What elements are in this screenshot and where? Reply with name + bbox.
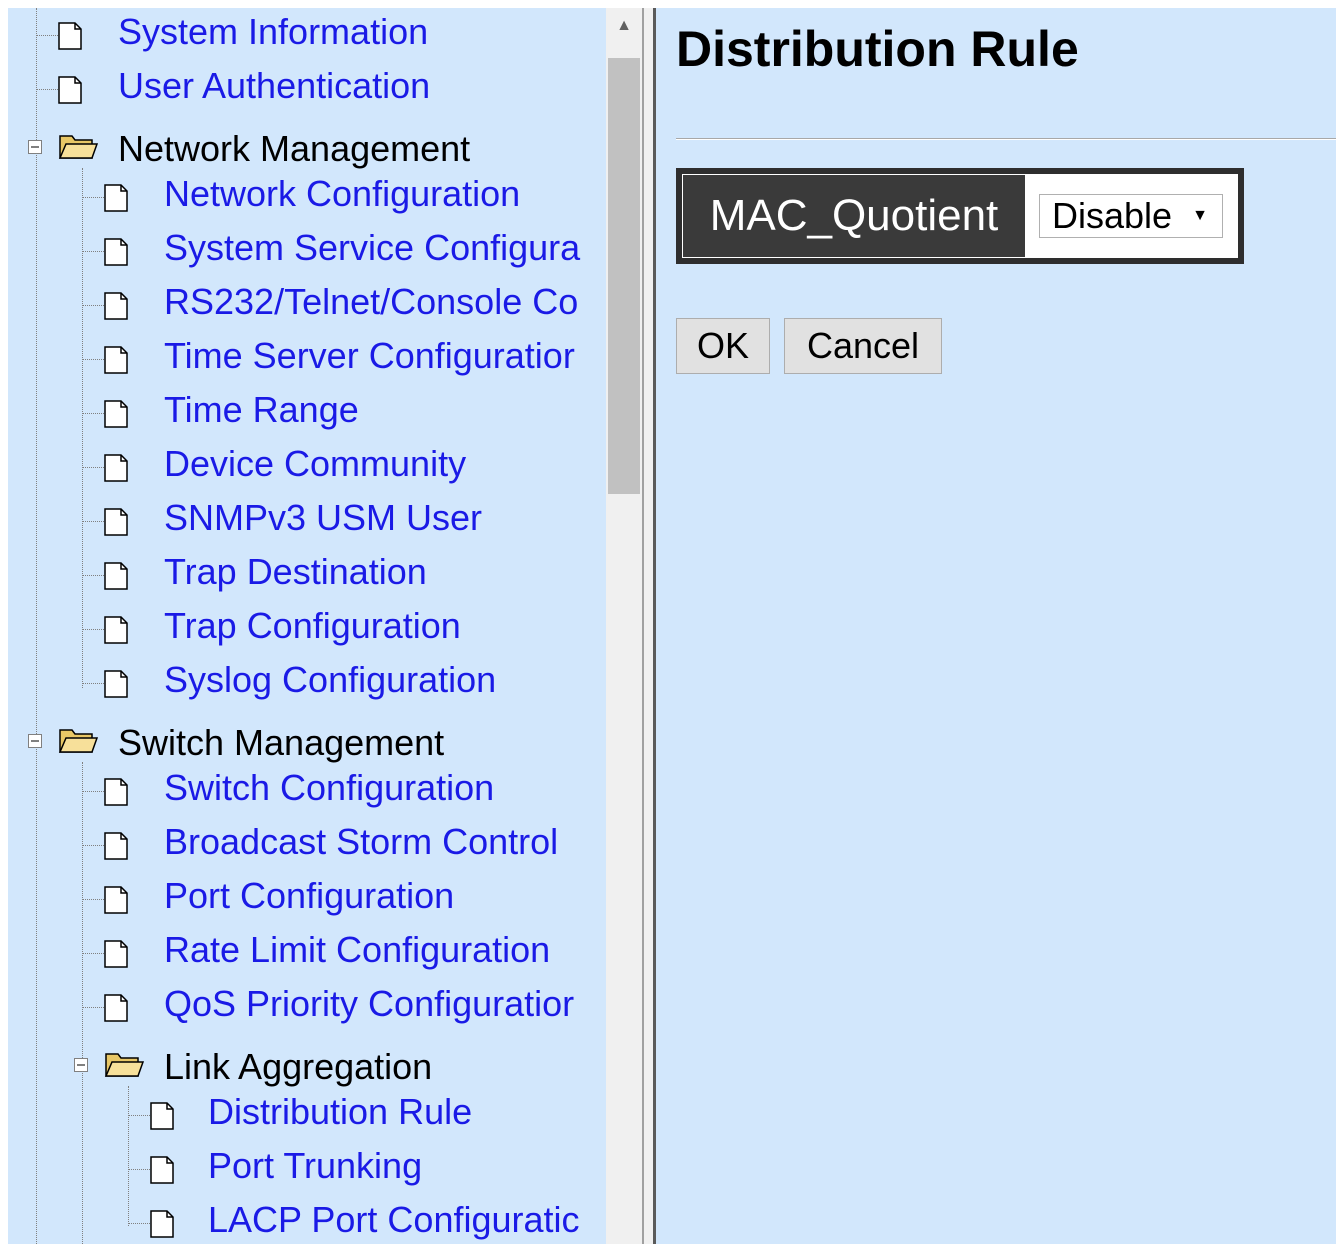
nav-link[interactable]: SNMPv3 USM User <box>164 496 482 540</box>
tree-line <box>82 899 104 900</box>
cancel-button[interactable]: Cancel <box>784 318 942 374</box>
scroll-up-arrow-icon[interactable]: ▲ <box>606 8 642 44</box>
page-icon <box>104 994 128 1022</box>
page-icon <box>150 1156 174 1184</box>
page-icon <box>104 184 128 212</box>
nav-link[interactable]: Time Server Configuratior <box>164 334 575 378</box>
nav-link-user-authentication[interactable]: User Authentication <box>118 64 430 108</box>
tree-line <box>82 845 104 846</box>
dropdown-arrow-icon[interactable]: ▼ <box>1192 207 1208 225</box>
nav-link[interactable]: Syslog Configuration <box>164 658 496 702</box>
tree-line <box>128 1086 129 1226</box>
navigation-tree: System Information User Authentication N… <box>8 8 606 1244</box>
page-icon <box>58 76 82 104</box>
tree-line <box>36 89 58 90</box>
nav-link[interactable]: Port Configuration <box>164 874 454 918</box>
nav-link[interactable]: System Service Configura <box>164 226 580 270</box>
mode-select[interactable]: Disable ▼ <box>1039 194 1223 238</box>
nav-folder-link-aggregation[interactable]: Link Aggregation <box>164 1045 432 1089</box>
nav-link-system-information[interactable]: System Information <box>118 10 428 54</box>
nav-link[interactable]: Trap Configuration <box>164 604 461 648</box>
distribution-rule-table: MAC_Quotient Disable ▼ <box>676 168 1244 264</box>
page-title: Distribution Rule <box>676 21 1079 77</box>
page-icon <box>58 22 82 50</box>
page-icon <box>104 562 128 590</box>
page-icon <box>104 778 128 806</box>
nav-link[interactable]: Distribution Rule <box>208 1090 472 1134</box>
page-icon <box>104 616 128 644</box>
page-icon <box>150 1210 174 1238</box>
nav-link[interactable]: LACP Port Configuratic <box>208 1198 580 1242</box>
page-icon <box>104 508 128 536</box>
tree-line <box>36 8 37 1244</box>
page-icon <box>104 670 128 698</box>
mac-quotient-label: MAC_Quotient <box>683 175 1027 257</box>
open-folder-icon <box>58 132 99 160</box>
ok-button[interactable]: OK <box>676 318 770 374</box>
page-icon <box>104 940 128 968</box>
mode-select-cell: Disable ▼ <box>1027 175 1237 257</box>
frame-splitter[interactable] <box>642 8 656 1244</box>
tree-line <box>82 683 104 684</box>
page-icon <box>104 886 128 914</box>
page-icon <box>104 454 128 482</box>
tree-line <box>82 467 104 468</box>
tree-line <box>82 953 104 954</box>
nav-link[interactable]: Trap Destination <box>164 550 427 594</box>
tree-line <box>82 521 104 522</box>
tree-line <box>82 629 104 630</box>
tree-scrollbar[interactable]: ▲ <box>606 8 642 1244</box>
page-icon <box>104 832 128 860</box>
tree-line <box>82 791 104 792</box>
nav-link[interactable]: Rate Limit Configuration <box>164 928 550 972</box>
tree-line <box>82 359 104 360</box>
tree-line <box>82 762 83 1244</box>
tree-line <box>128 1223 150 1224</box>
nav-link[interactable]: Device Community <box>164 442 466 486</box>
tree-line <box>36 35 58 36</box>
page-icon <box>104 400 128 428</box>
nav-link[interactable]: Port Trunking <box>208 1144 422 1188</box>
nav-link[interactable]: Time Range <box>164 388 359 432</box>
nav-link[interactable]: Network Configuration <box>164 172 520 216</box>
tree-line <box>82 168 83 688</box>
tree-line <box>82 251 104 252</box>
nav-folder-network-management[interactable]: Network Management <box>118 127 470 171</box>
tree-line <box>82 1007 104 1008</box>
page-icon <box>104 292 128 320</box>
page-icon <box>150 1102 174 1130</box>
tree-line <box>82 305 104 306</box>
mode-select-value: Disable <box>1052 195 1173 236</box>
open-folder-icon <box>58 726 99 754</box>
nav-folder-switch-management[interactable]: Switch Management <box>118 721 444 765</box>
tree-line <box>128 1115 150 1116</box>
nav-link[interactable]: Switch Configuration <box>164 766 494 810</box>
scrollbar-thumb[interactable] <box>608 58 640 494</box>
nav-link[interactable]: RS232/Telnet/Console Co <box>164 280 578 324</box>
tree-line <box>82 197 104 198</box>
tree-line <box>128 1169 150 1170</box>
tree-line <box>82 413 104 414</box>
content-frame: Distribution Rule MAC_Quotient Disable ▼… <box>656 8 1336 1244</box>
collapse-toggle-icon[interactable] <box>28 140 42 154</box>
distribution-rule-row: MAC_Quotient Disable ▼ <box>682 174 1238 258</box>
nav-link[interactable]: Broadcast Storm Control <box>164 820 558 864</box>
title-divider <box>676 138 1336 140</box>
collapse-toggle-icon[interactable] <box>28 734 42 748</box>
collapse-toggle-icon[interactable] <box>74 1058 88 1072</box>
page-icon <box>104 346 128 374</box>
nav-link[interactable]: QoS Priority Configuratior <box>164 982 574 1026</box>
page-icon <box>104 238 128 266</box>
tree-line <box>82 575 104 576</box>
open-folder-icon <box>104 1050 145 1078</box>
